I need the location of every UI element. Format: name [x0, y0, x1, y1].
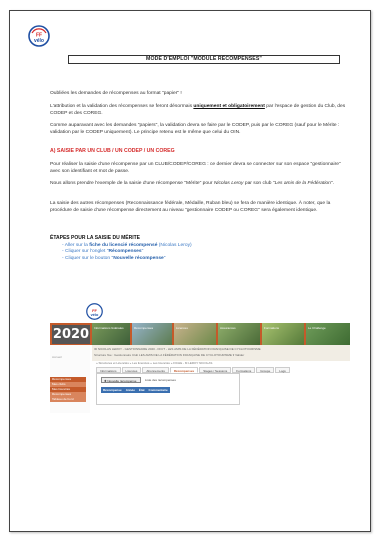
rewards-table-header: Récompense Année État Commentaire [101, 387, 170, 393]
column-header[interactable]: État [137, 387, 147, 393]
column-header[interactable]: Récompense [101, 387, 124, 393]
sidebar-item-rewards[interactable]: Récompenses [50, 377, 86, 382]
paragraph-saisie: Pour réaliser la saisie d'une récompense… [50, 162, 341, 174]
header-link[interactable]: Licences [176, 326, 188, 330]
step-text: (Nicolas Leroy) [157, 243, 192, 248]
tab-groupe[interactable]: Groupe [256, 367, 275, 373]
step-highlight: Nouvelle récompense [113, 255, 164, 261]
example-club-name: Les amis de la Fédération [274, 181, 331, 186]
paragraph-attribution-start: L'attribution et la validation des récom… [50, 104, 194, 109]
paragraph-attribution-emphasis: uniquement et obligatoirement [193, 104, 265, 109]
sidebar-item-dashboard[interactable]: Tableau de bord [50, 397, 86, 402]
rewards-panel: ✚ Nouvelle récompense Liste des récompen… [96, 373, 240, 405]
season-year: 2020 [52, 325, 90, 344]
step-text: " [163, 255, 166, 261]
ffvelo-logo: FF vélo [28, 25, 50, 47]
sidebar-item-licensees[interactable]: Mes licenciés [50, 387, 86, 392]
section-a-heading: A) SAISIE PAR UN CLUB / UN CODEP / UN CO… [50, 148, 175, 154]
paragraph-example-end: ". [330, 181, 334, 186]
header-link[interactable]: Formations [264, 326, 279, 330]
svg-text:vélo: vélo [91, 313, 99, 317]
step-highlight: fiche du licencié récompensé [89, 243, 158, 248]
header-link[interactable]: Récompenses [134, 326, 153, 330]
rewards-list-label: Liste des récompenses [145, 378, 176, 382]
step-text: - Cliquer sur le bouton " [62, 255, 114, 261]
paragraph-example-start: Nous allons prendre l'exemple de la sais… [50, 181, 214, 186]
step-highlight: Récompenses [108, 249, 142, 255]
paragraph-example: Nous allons prendre l'exemple de la sais… [50, 181, 350, 188]
new-reward-button[interactable]: ✚ Nouvelle récompense [101, 377, 141, 383]
structure-select[interactable]: Structure fixe : Gestionnaire Club LES A… [94, 353, 244, 357]
user-info-line: ID NICOLAS LEROY - GESTIONNAIRE 2020 - F… [94, 347, 261, 351]
sidebar-item-home[interactable]: Accueil [52, 355, 62, 359]
steps-list: - Aller sur la fiche du licencié récompe… [62, 243, 192, 262]
ffvelo-logo: FF vélo [86, 303, 103, 320]
paragraph-attribution: L'attribution et la validation des récom… [50, 104, 350, 117]
header-link[interactable]: Assurances [220, 326, 236, 330]
list-item: - Cliquer sur le bouton "Nouvelle récomp… [62, 256, 192, 262]
sidebar-item-rewards-2[interactable]: Récompenses [50, 392, 86, 397]
example-licensee-name: Nicolas Leroy [213, 181, 244, 186]
paragraph-validation: Comme auparavant avec les demandes "papi… [50, 123, 340, 135]
steps-heading: ÉTAPES POUR LA SAISIE DU MÉRITE [50, 235, 141, 241]
header-link[interactable]: Informations fédérales [94, 326, 124, 330]
header-link[interactable]: Le Challenge [308, 326, 326, 330]
document-page: FF vélo MODE D'EMPLOI "MODULE RÉCOMPENSE… [9, 10, 371, 532]
intro-paragraph: Oubliées les demandes de récompenses au … [50, 91, 182, 96]
tab-logs[interactable]: Logs [275, 367, 290, 373]
step-text: - Aller sur la [62, 243, 90, 248]
breadcrumb[interactable]: » Structures et Licenciés » Les licencié… [96, 361, 212, 365]
column-header[interactable]: Commentaire [147, 387, 170, 393]
paragraph-example-mid: par son club " [243, 181, 275, 186]
paragraph-other-rewards: La saisie des autres récompenses (Reconn… [50, 201, 331, 213]
step-text: - Cliquer sur l'onglet " [62, 249, 109, 255]
svg-text:vélo: vélo [34, 38, 44, 44]
column-header[interactable]: Année [124, 387, 137, 393]
step-text: " [141, 249, 144, 255]
embedded-screenshot: FF vélo Informations fédérales Récompens… [50, 303, 350, 413]
page-title: MODE D'EMPLOI "MODULE RÉCOMPENSES" [68, 55, 340, 64]
sidebar-item-clubs[interactable]: Mes clubs [50, 382, 86, 387]
